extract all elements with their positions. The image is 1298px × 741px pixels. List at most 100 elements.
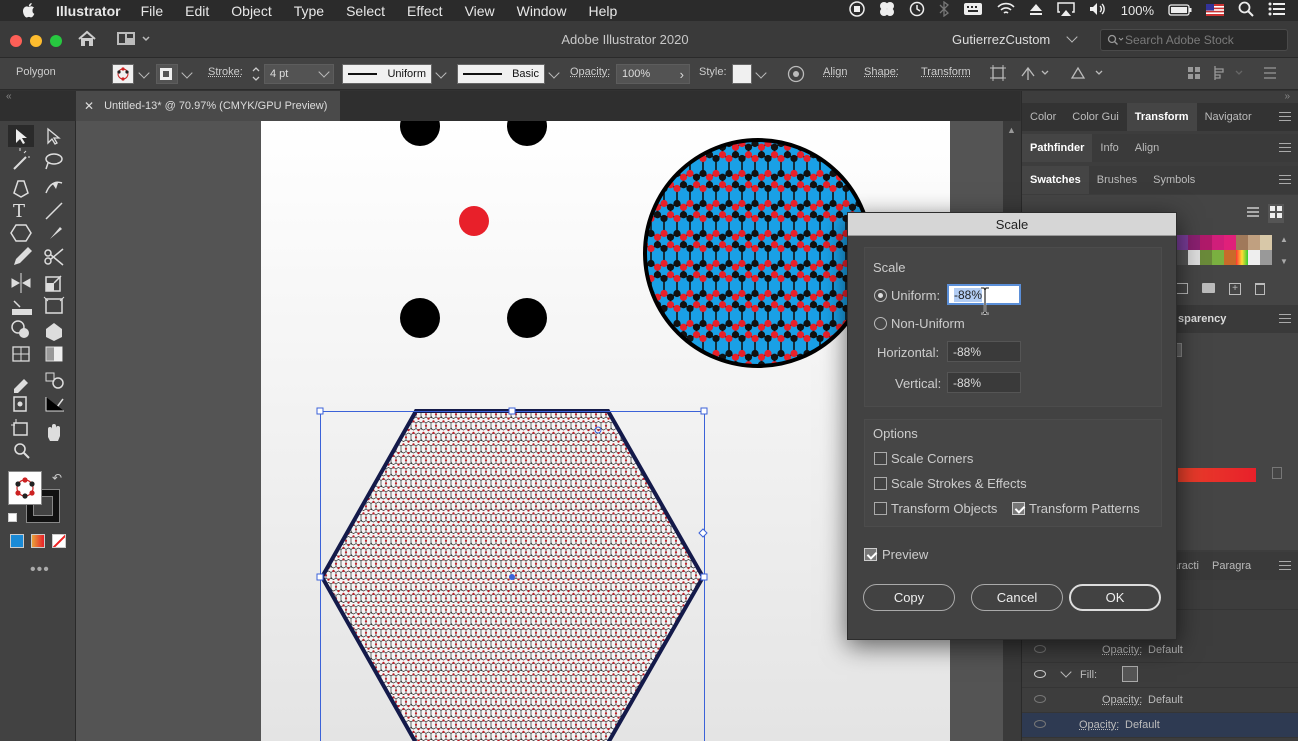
delete-swatch-icon[interactable] xyxy=(1255,283,1265,295)
horizontal-input[interactable]: -88% xyxy=(947,341,1021,362)
edit-toolbar-icon[interactable]: ••• xyxy=(30,561,50,579)
us-flag-icon[interactable] xyxy=(1206,3,1224,19)
tab-brushes[interactable]: Brushes xyxy=(1089,166,1145,194)
fill-pattern-swatch[interactable] xyxy=(1122,666,1138,682)
record-icon[interactable] xyxy=(849,1,865,20)
chevron-down-icon[interactable] xyxy=(1060,666,1071,677)
puppet-warp-icon[interactable] xyxy=(1070,64,1106,85)
cancel-button[interactable]: Cancel xyxy=(971,584,1063,611)
close-tab-icon[interactable]: ✕ xyxy=(84,99,94,113)
transform-objects-checkbox[interactable] xyxy=(874,502,887,515)
swatch-grid[interactable] xyxy=(1176,235,1272,265)
reflect-tool-icon[interactable] xyxy=(12,273,30,293)
profile-dropdown-icon[interactable] xyxy=(435,67,446,78)
column-graph-tool-icon[interactable] xyxy=(46,397,64,411)
black-dot[interactable] xyxy=(400,298,440,338)
trash-icon[interactable] xyxy=(1272,467,1282,479)
eye-icon[interactable] xyxy=(1034,645,1046,653)
scroll-up-icon[interactable]: ▲ xyxy=(1007,125,1016,135)
style-dropdown-icon[interactable] xyxy=(755,67,766,78)
preview-checkbox[interactable] xyxy=(864,548,877,561)
eject-icon[interactable] xyxy=(1029,2,1043,19)
app-menu[interactable]: Illustrator xyxy=(56,3,121,19)
recolor-artwork-icon[interactable] xyxy=(787,65,805,86)
battery-icon[interactable] xyxy=(1168,3,1192,19)
graphic-style-swatch[interactable] xyxy=(732,64,752,84)
align-link[interactable]: Align xyxy=(823,66,847,78)
direct-selection-tool-icon[interactable] xyxy=(48,129,59,144)
line-tool-icon[interactable] xyxy=(46,203,62,219)
ok-button[interactable]: OK xyxy=(1069,584,1161,611)
opacity-row-label[interactable]: Opacity: xyxy=(1102,644,1142,656)
eye-icon[interactable] xyxy=(1034,720,1046,728)
brush-definition[interactable]: Basic xyxy=(457,64,545,84)
pen-tool-icon[interactable] xyxy=(14,181,28,197)
fill-color-box[interactable] xyxy=(8,471,42,505)
pinwheel-icon[interactable] xyxy=(879,1,895,20)
arrange-icon[interactable] xyxy=(1187,64,1203,85)
none-mode-icon[interactable] xyxy=(52,534,66,548)
menu-window[interactable]: Window xyxy=(517,3,567,19)
new-color-group-icon[interactable] xyxy=(1202,283,1215,293)
opacity-row-label[interactable]: Opacity: xyxy=(1079,719,1119,731)
tab-transform[interactable]: Transform xyxy=(1127,103,1197,131)
tab-pathfinder[interactable]: Pathfinder xyxy=(1022,134,1092,162)
swatch-scroll-down-icon[interactable]: ▼ xyxy=(1280,257,1288,266)
blend-tool-icon[interactable] xyxy=(46,373,63,388)
tab-align[interactable]: Align xyxy=(1127,134,1167,162)
appearance-row-opacity[interactable]: Opacity: Default xyxy=(1022,638,1298,663)
adobe-stock-search[interactable]: Search Adobe Stock xyxy=(1100,29,1288,51)
list-view-icon[interactable] xyxy=(1246,205,1260,222)
tab-info[interactable]: Info xyxy=(1092,134,1126,162)
red-dot[interactable] xyxy=(459,206,489,236)
fill-swatch[interactable] xyxy=(112,64,134,84)
pattern-circle[interactable] xyxy=(645,140,871,366)
shape-link[interactable]: Shape: xyxy=(864,66,899,78)
appearance-row-opacity-selected[interactable]: Opacity: Default xyxy=(1022,713,1298,738)
opacity-label[interactable]: Opacity: xyxy=(570,66,610,78)
gradient-tool-icon[interactable] xyxy=(46,347,62,361)
transform-link[interactable]: Transform xyxy=(921,66,971,78)
live-paint-tool-icon[interactable] xyxy=(46,323,62,341)
panel-menu-icon[interactable] xyxy=(1279,112,1291,121)
menu-type[interactable]: Type xyxy=(294,3,324,19)
scale-strokes-checkbox[interactable] xyxy=(874,477,887,490)
lasso-tool-icon[interactable] xyxy=(46,154,62,169)
panel-menu-icon[interactable] xyxy=(1279,175,1291,184)
control-menu-icon[interactable] xyxy=(1262,65,1278,84)
magic-wand-tool-icon[interactable] xyxy=(14,148,30,169)
default-fill-stroke-icon[interactable] xyxy=(8,513,17,522)
tab-navigator[interactable]: Navigator xyxy=(1197,103,1260,131)
tab-swatches[interactable]: Swatches xyxy=(1022,166,1089,194)
transform-again-icon[interactable] xyxy=(1020,64,1052,85)
brush-dropdown-icon[interactable] xyxy=(548,67,559,78)
workspace-switcher[interactable]: GutierrezCustom xyxy=(940,28,1088,50)
tab-paragraph[interactable]: Paragra xyxy=(1204,552,1259,580)
collapse-toolbar-icon[interactable]: « xyxy=(6,91,12,102)
panel-menu-icon[interactable] xyxy=(1279,561,1291,570)
curvature-tool-icon[interactable] xyxy=(46,182,62,193)
menu-help[interactable]: Help xyxy=(588,3,617,19)
polygon-tool-icon[interactable] xyxy=(11,225,31,241)
tab-color-guide[interactable]: Color Gui xyxy=(1064,103,1126,131)
paintbrush-tool-icon[interactable] xyxy=(46,227,62,243)
swatch-scroll-up-icon[interactable]: ▲ xyxy=(1280,235,1288,244)
stroke-swatch[interactable] xyxy=(156,64,178,84)
transform-patterns-checkbox[interactable] xyxy=(1012,502,1025,515)
stroke-weight-field[interactable]: 4 pt xyxy=(264,64,334,84)
volume-icon[interactable] xyxy=(1089,2,1107,19)
notification-center-icon[interactable] xyxy=(1268,2,1286,19)
new-swatch-icon[interactable]: + xyxy=(1229,283,1241,295)
color-mode-icon[interactable] xyxy=(10,534,24,548)
spotlight-icon[interactable] xyxy=(1238,1,1254,20)
distribute-icon[interactable] xyxy=(1212,64,1246,85)
type-tool-icon[interactable]: T xyxy=(13,201,25,222)
vertical-input[interactable]: -88% xyxy=(947,372,1021,393)
menu-object[interactable]: Object xyxy=(231,3,271,19)
gradient-mode-icon[interactable] xyxy=(31,534,45,548)
gradient-bar[interactable] xyxy=(1178,468,1256,482)
grid-view-icon[interactable] xyxy=(1268,204,1284,223)
time-machine-icon[interactable] xyxy=(909,1,925,20)
isolate-icon[interactable] xyxy=(989,64,1007,85)
menu-edit[interactable]: Edit xyxy=(185,3,209,19)
